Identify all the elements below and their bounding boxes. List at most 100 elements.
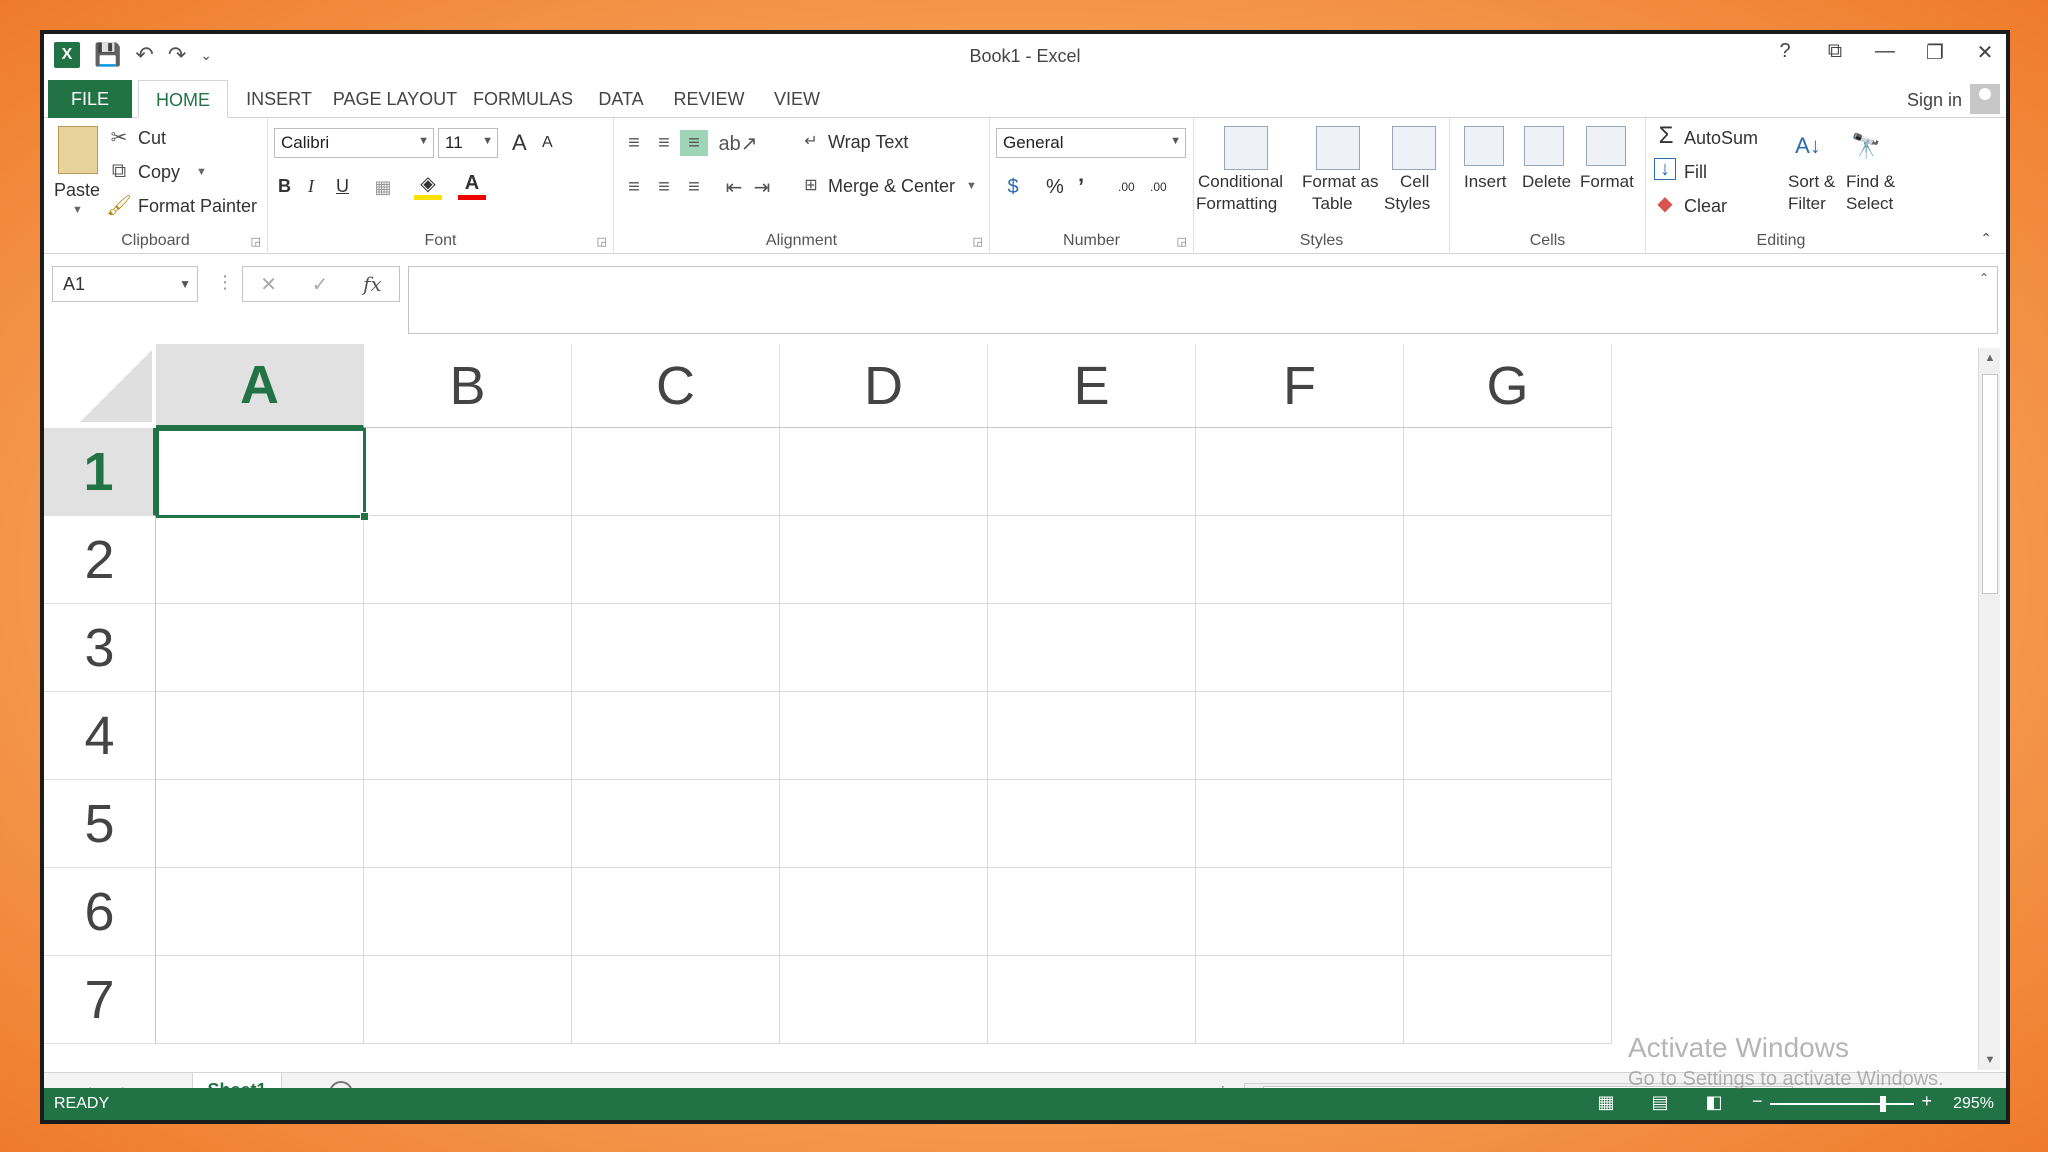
cell-c7[interactable] [572, 956, 780, 1044]
clear-button[interactable]: Clear [1684, 196, 1727, 217]
cell-e4[interactable] [988, 692, 1196, 780]
conditional-formatting-label-2[interactable]: Formatting [1196, 194, 1277, 214]
cell-styles-label-2[interactable]: Styles [1384, 194, 1430, 214]
column-header-c[interactable]: C [572, 344, 780, 428]
select-all-button[interactable] [44, 344, 156, 428]
align-middle-icon[interactable]: ≡ [650, 130, 678, 156]
comma-style-button[interactable]: ’ [1078, 174, 1084, 200]
delete-cells-icon[interactable] [1524, 126, 1564, 166]
align-bottom-icon[interactable]: ≡ [680, 130, 708, 156]
column-header-b[interactable]: B [364, 344, 572, 428]
sign-in-link[interactable]: Sign in [1907, 90, 1962, 111]
font-name-select[interactable]: Calibri ▼ [274, 128, 434, 158]
align-left-icon[interactable]: ≡ [620, 174, 648, 200]
cell-c6[interactable] [572, 868, 780, 956]
cut-button[interactable]: Cut [138, 128, 166, 149]
cell-g2[interactable] [1404, 516, 1612, 604]
cell-b4[interactable] [364, 692, 572, 780]
accounting-format-icon[interactable]: $ [998, 174, 1028, 200]
column-header-d[interactable]: D [780, 344, 988, 428]
font-size-select[interactable]: 11 ▼ [438, 128, 498, 158]
orientation-icon[interactable]: ab↗ [719, 130, 758, 156]
shrink-font-button[interactable]: A [542, 134, 553, 152]
scroll-up-icon[interactable]: ▲ [1979, 352, 2001, 364]
conditional-formatting-icon[interactable] [1224, 126, 1268, 170]
row-header-5[interactable]: 5 [44, 780, 156, 868]
number-launcher-icon[interactable]: ◲ [1177, 235, 1187, 248]
insert-function-icon[interactable]: fx [363, 272, 382, 296]
wrap-text-button[interactable]: Wrap Text [828, 132, 908, 153]
page-layout-view-icon[interactable]: ▤ [1648, 1092, 1672, 1113]
cell-f4[interactable] [1196, 692, 1404, 780]
clipboard-launcher-icon[interactable]: ◲ [251, 235, 261, 248]
sort-filter-label-1[interactable]: Sort & [1788, 172, 1835, 192]
cell-d5[interactable] [780, 780, 988, 868]
help-icon[interactable]: ? [1774, 40, 1796, 65]
decrease-decimal-button[interactable]: .00 [1150, 180, 1167, 194]
row-header-7[interactable]: 7 [44, 956, 156, 1044]
format-button[interactable]: Format [1580, 172, 1634, 192]
align-top-icon[interactable]: ≡ [620, 130, 648, 156]
cell-g4[interactable] [1404, 692, 1612, 780]
autosum-button[interactable]: AutoSum [1684, 128, 1758, 149]
tab-formulas[interactable]: FORMULAS [468, 80, 578, 118]
cell-b6[interactable] [364, 868, 572, 956]
cell-f7[interactable] [1196, 956, 1404, 1044]
tab-home[interactable]: HOME [138, 80, 228, 118]
cell-c4[interactable] [572, 692, 780, 780]
copy-dropdown-icon[interactable]: ▼ [196, 166, 207, 178]
row-header-3[interactable]: 3 [44, 604, 156, 692]
cell-f6[interactable] [1196, 868, 1404, 956]
cell-e6[interactable] [988, 868, 1196, 956]
align-right-icon[interactable]: ≡ [680, 174, 708, 200]
conditional-formatting-label-1[interactable]: Conditional [1198, 172, 1283, 192]
enter-icon[interactable]: ✓ [312, 272, 329, 297]
format-as-table-icon[interactable] [1316, 126, 1360, 170]
borders-icon[interactable]: ▦ [368, 174, 398, 200]
find-select-label-2[interactable]: Select [1846, 194, 1893, 214]
increase-indent-icon[interactable]: ⇥ [748, 174, 776, 200]
cell-a7[interactable] [156, 956, 364, 1044]
cell-g6[interactable] [1404, 868, 1612, 956]
bold-button[interactable]: B [278, 176, 291, 197]
cell-c5[interactable] [572, 780, 780, 868]
cell-d3[interactable] [780, 604, 988, 692]
zoom-knob[interactable] [1880, 1096, 1886, 1112]
column-header-a[interactable]: A [156, 344, 364, 428]
zoom-slider[interactable]: − + [1752, 1091, 1932, 1114]
font-launcher-icon[interactable]: ◲ [597, 235, 607, 248]
cell-e5[interactable] [988, 780, 1196, 868]
delete-button[interactable]: Delete [1522, 172, 1571, 192]
insert-button[interactable]: Insert [1464, 172, 1507, 192]
row-header-4[interactable]: 4 [44, 692, 156, 780]
cell-d2[interactable] [780, 516, 988, 604]
cell-c1[interactable] [572, 428, 780, 516]
cell-f1[interactable] [1196, 428, 1404, 516]
normal-view-icon[interactable]: ▦ [1594, 1092, 1618, 1113]
sort-filter-icon[interactable]: A↓ [1788, 126, 1828, 166]
cell-e7[interactable] [988, 956, 1196, 1044]
page-break-view-icon[interactable]: ◧ [1702, 1092, 1726, 1113]
formula-bar-grip-icon[interactable]: ⋮ [216, 272, 234, 293]
percent-style-button[interactable]: % [1046, 176, 1064, 199]
cell-g5[interactable] [1404, 780, 1612, 868]
row-header-1[interactable]: 1 [44, 428, 156, 516]
vertical-scrollbar[interactable]: ▲ ▼ [1978, 348, 2000, 1070]
tab-view[interactable]: VIEW [762, 80, 832, 118]
format-painter-icon[interactable]: 🖌 [106, 194, 131, 217]
alignment-launcher-icon[interactable]: ◲ [973, 235, 983, 248]
merge-center-button[interactable]: Merge & Center [828, 176, 955, 197]
merge-center-icon[interactable]: ⊞ [800, 174, 822, 196]
cut-icon[interactable]: ✂ [108, 126, 130, 149]
cell-b5[interactable] [364, 780, 572, 868]
cell-c3[interactable] [572, 604, 780, 692]
cell-e3[interactable] [988, 604, 1196, 692]
cell-f5[interactable] [1196, 780, 1404, 868]
underline-button[interactable]: U [336, 176, 349, 197]
scroll-down-icon[interactable]: ▼ [1979, 1054, 2001, 1066]
format-painter-button[interactable]: Format Painter [138, 196, 257, 217]
cell-e2[interactable] [988, 516, 1196, 604]
row-header-2[interactable]: 2 [44, 516, 156, 604]
cell-g7[interactable] [1404, 956, 1612, 1044]
column-header-g[interactable]: G [1404, 344, 1612, 428]
